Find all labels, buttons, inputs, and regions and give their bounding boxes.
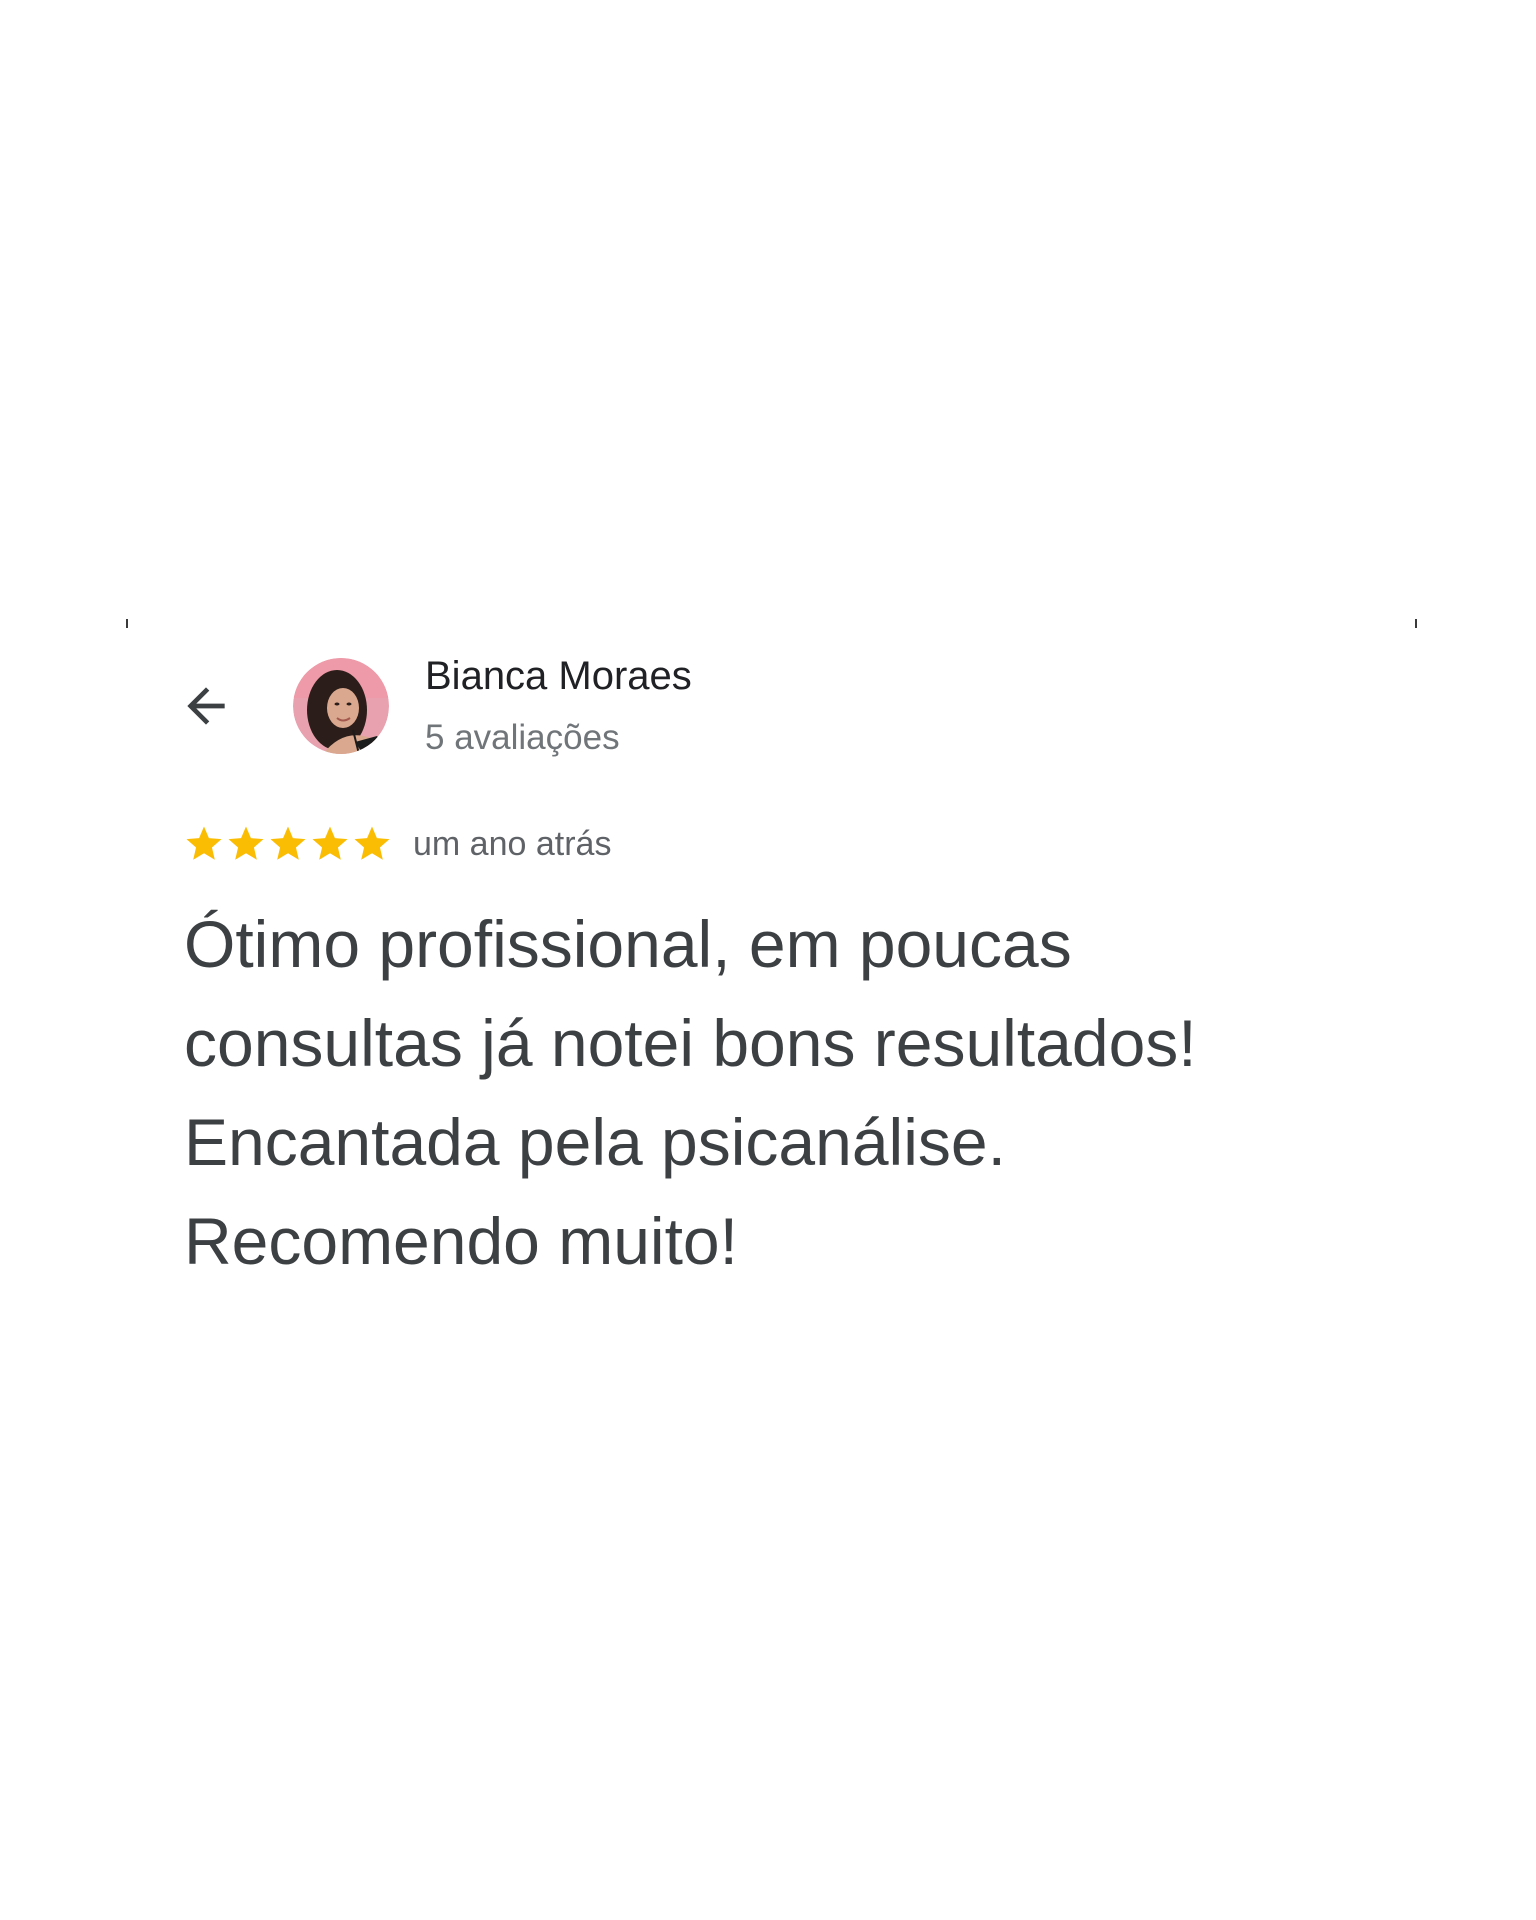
reviewer-name[interactable]: Bianca Moraes xyxy=(425,652,692,700)
star-icon xyxy=(354,826,390,860)
star-icon xyxy=(312,826,348,860)
star-rating xyxy=(183,822,393,866)
corner-mark-right xyxy=(1415,619,1417,628)
star-icon xyxy=(228,826,264,860)
back-button[interactable] xyxy=(176,676,236,736)
corner-mark-left xyxy=(126,619,128,628)
star-icon xyxy=(270,826,306,860)
review-text-line: consultas já notei bons resultados! xyxy=(184,1006,1197,1080)
review-text: Ótimo profissional, em poucas consultas … xyxy=(184,895,1414,1291)
arrow-back-icon xyxy=(178,678,234,734)
avatar[interactable] xyxy=(293,658,389,754)
review-text-line: Recomendo muito! xyxy=(184,1204,738,1278)
review-date: um ano atrás xyxy=(413,825,612,863)
reviewer-review-count[interactable]: 5 avaliações xyxy=(425,716,620,760)
review-text-line: Encantada pela psicanálise. xyxy=(184,1105,1006,1179)
star-icon xyxy=(186,826,222,860)
review-text-line: Ótimo profissional, em poucas xyxy=(184,907,1072,981)
review-page: Bianca Moraes 5 avaliações um ano atrás … xyxy=(0,0,1536,1920)
